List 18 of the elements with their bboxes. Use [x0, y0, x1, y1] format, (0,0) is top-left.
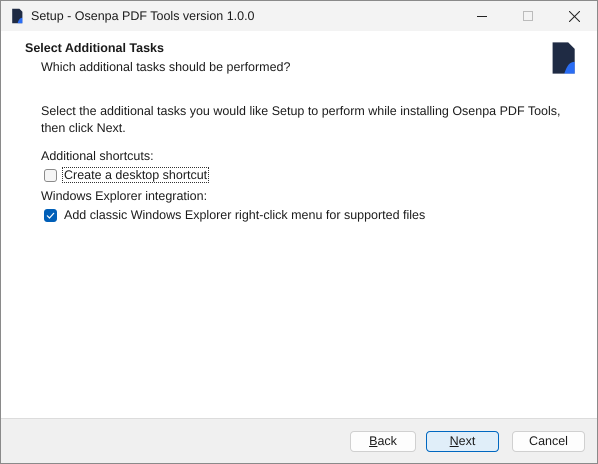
group-label: Additional shortcuts:: [41, 149, 155, 163]
checkbox[interactable]: [44, 168, 57, 182]
page-subtitle: Which additional tasks should be performed?: [41, 60, 290, 74]
instructions-text: Select the additional tasks you would like Setup to perform while installing Osenpa PDF Tools, then click Next.: [41, 103, 562, 137]
document-icon: [550, 41, 576, 75]
back-button[interactable]: Back: [350, 430, 416, 452]
page-title: Select Additional Tasks: [25, 41, 165, 55]
app-icon: [11, 8, 23, 24]
maximize-icon: [523, 11, 533, 21]
checkbox[interactable]: [44, 208, 57, 222]
close-icon: [568, 10, 580, 22]
checkbox-label[interactable]: Add classic Windows Explorer right-click menu for supported files: [63, 208, 426, 222]
window-title: Setup - Osenpa PDF Tools version 1.0.0: [31, 9, 256, 23]
cancel-button[interactable]: Cancel: [512, 430, 585, 452]
checkbox-label[interactable]: Create a desktop shortcut: [63, 168, 208, 182]
check-icon: [46, 212, 55, 218]
group-label: Windows Explorer integration:: [41, 189, 208, 203]
next-button[interactable]: Next: [426, 430, 499, 452]
